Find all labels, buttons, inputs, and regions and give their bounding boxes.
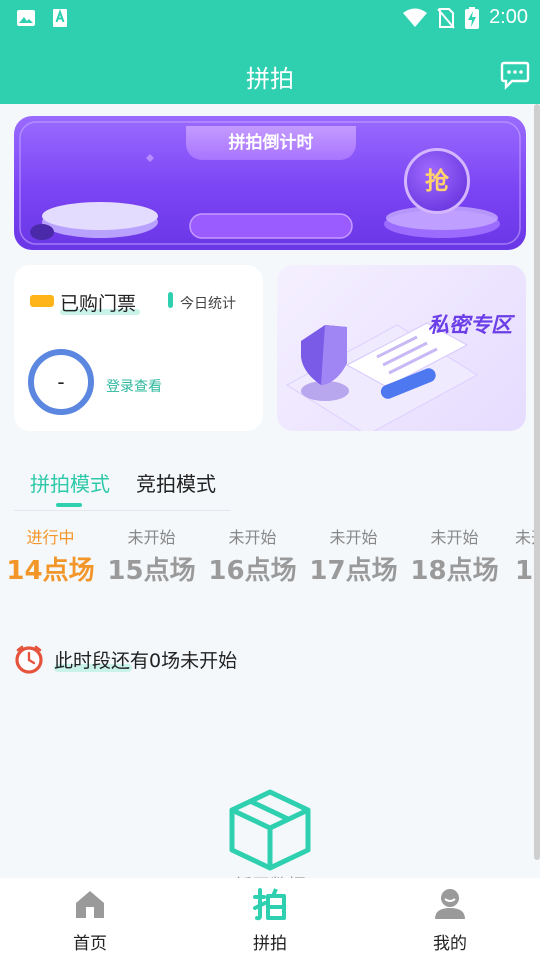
alarm-clock-icon [15,645,43,674]
tab-group-mode[interactable]: 拼拍模式 [30,468,110,497]
grab-button[interactable]: 抢 [404,148,470,214]
tabs-divider [14,510,230,511]
profile-icon [435,889,465,919]
scrollbar[interactable] [534,104,540,860]
private-zone-title: 私密专区 [428,313,512,337]
session-17[interactable]: 未开始 17点场 [303,524,404,587]
app-bar: 拼拍 [0,38,540,104]
page-title: 拼拍 [246,65,294,93]
home-icon [76,891,104,918]
session-status: 未开始 [127,528,176,547]
wifi-icon [403,8,428,27]
session-18[interactable]: 未开始 18点场 [404,524,505,587]
session-name: 18点场 [410,556,499,586]
tab-indicator [56,503,82,507]
gallery-icon [17,10,35,26]
nav-label: 首页 [73,934,107,954]
session-name: 17点场 [309,556,398,586]
session-14[interactable]: 进行中 14点场 [0,524,101,587]
session-name: 14点场 [6,556,95,586]
pai-icon [253,888,286,921]
private-zone-card[interactable]: 私密专区 [277,265,526,431]
session-notice: 此时段还有0场未开始 [54,650,238,672]
today-marker [168,292,173,308]
text-recognition-icon [53,8,67,27]
session-name: 16点场 [208,556,297,586]
purchased-tickets-card[interactable]: 已购门票 今日统计 - 登录查看 [14,265,263,431]
private-zone-illustration [286,322,478,431]
today-stats-label: 今日统计 [180,296,236,312]
ticket-count-value: - [57,370,65,394]
no-sim-icon [437,7,455,29]
session-status: 未开始 [430,528,479,547]
banner-title: 拼拍倒计时 [186,126,356,160]
tickets-title: 已购门票 [60,293,137,315]
session-15[interactable]: 未开始 15点场 [101,524,202,587]
nav-label: 拼拍 [253,934,287,954]
session-name: 15点场 [107,556,196,586]
ticket-icon [30,295,54,307]
bottom-navigation: 首页 拼拍 我的 [0,878,540,960]
session-status: 未开始 [228,528,277,547]
session-status: 未开始 [329,528,378,547]
battery-charging-icon [465,6,480,29]
tab-auction-mode[interactable]: 竞拍模式 [136,468,216,497]
nav-label: 我的 [433,934,467,954]
session-status: 进行中 [26,528,75,547]
empty-box-icon [229,789,311,871]
session-16[interactable]: 未开始 16点场 [202,524,303,587]
status-time: 2:00 [489,6,528,28]
status-bar: 2:00 [0,0,540,38]
nav-item-home[interactable]: 首页 [0,878,180,960]
nav-item-pai[interactable]: 拼拍 [180,878,360,960]
nav-item-profile[interactable]: 我的 [360,878,540,960]
login-link[interactable]: 登录查看 [106,376,162,396]
message-icon[interactable] [500,60,530,90]
